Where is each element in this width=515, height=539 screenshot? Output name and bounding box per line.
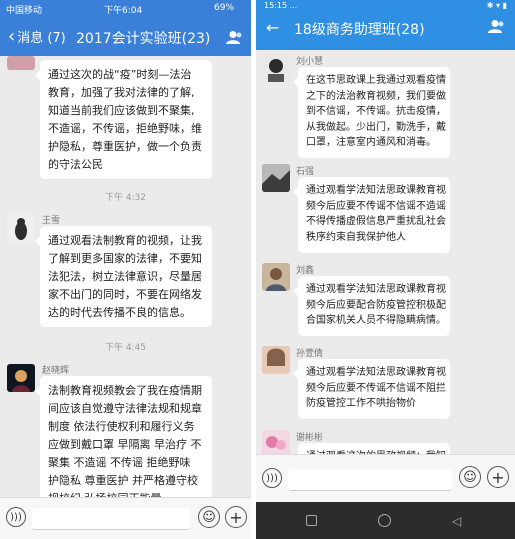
timestamp: 下午 4:32: [104, 193, 147, 203]
message-line: 法犯法，树立法律意识，尽量居: [48, 270, 202, 283]
right-chat-screen: 15:15 ... ✱ ▾ ▮ ← 18级商务助理班(28) 刘小慧 在这节思政…: [256, 0, 515, 539]
right-message-list[interactable]: 刘小慧 在这节思政课上我通过观看疫情 之下的法治教育视频，我们要做 到不信谣，不传谣…: [256, 50, 515, 473]
message-line: 频今后应要配合防疫管控积极配: [306, 299, 446, 311]
avatar[interactable]: [262, 164, 290, 192]
message-line: 知道当前我们应该做到不聚集,: [48, 104, 195, 117]
message-line: 通过这次的战“疫”时刻—法治: [48, 68, 192, 81]
status-time: 下午6:04: [104, 6, 143, 16]
back-label: 消息 (7): [17, 31, 66, 46]
sender-name: 刘鑫: [296, 266, 315, 276]
timestamp: 下午 4:45: [104, 343, 147, 353]
chevron-left-icon: ‹: [8, 25, 16, 47]
sender-name: 刘小慧: [296, 57, 324, 67]
sender-name: 王雪: [42, 216, 61, 226]
message-bubble[interactable]: 通过观看学法知法思政课教育视 频今后应要配合防疫管控积极配 合国家机关人员不得隐瞒病…: [293, 276, 450, 336]
message-line: 之下的法治教育视频，我们要做: [306, 90, 446, 102]
left-chat-screen: 中国移动 下午6:04 69% ‹ 消息 (7) 2017会计实验班(23) 通…: [0, 0, 251, 539]
message-bubble[interactable]: 在这节思政课上我通过观看疫情 之下的法治教育视频，我们要做 到不信谣，不传谣。抗击疫…: [293, 67, 450, 158]
voice-button[interactable]: ))): [262, 468, 282, 488]
message-line: 频今后应要不传谣不信谣不阻拦: [306, 382, 446, 394]
message-line: 了解到更多国家的法律，不要知: [48, 252, 202, 265]
avatar[interactable]: [7, 214, 35, 242]
arrow-left-icon: ←: [266, 18, 280, 37]
message-input[interactable]: [32, 508, 190, 530]
right-nav-bar: 15:15 ... ✱ ▾ ▮ ← 18级商务助理班(28): [256, 0, 515, 50]
group-icon: [488, 20, 504, 33]
message-line: 法制教育视频教会了我在疫情期: [48, 384, 202, 397]
battery-label: 69%: [214, 3, 235, 13]
left-status-bar: 中国移动 下午6:04 69%: [0, 0, 251, 18]
android-nav-bar: ◁: [256, 502, 515, 539]
emoji-icon: ☺: [463, 469, 477, 485]
message-line: 通过观看学法知法思政课教育视: [306, 284, 446, 295]
message-line: 的守法公民: [48, 158, 103, 171]
message-bubble[interactable]: 通过观看学法知法思政课教育视 频今后应要不传谣不信谣不造谣 不得传播虚假信息严重扰乱…: [293, 177, 450, 253]
message-line: 从我做起。少出门，勤洗手，戴: [306, 121, 446, 133]
carrier-label: 中国移动: [6, 6, 43, 16]
group-icon: [226, 31, 242, 44]
voice-icon: ))): [10, 511, 22, 523]
voice-icon: ))): [266, 472, 278, 484]
message-line: 聚集 不造谣 不传谣 拒绝野味: [48, 456, 191, 469]
avatar[interactable]: [262, 263, 290, 291]
emoji-icon: ☺: [202, 509, 216, 525]
message-bubble[interactable]: 通过观看学法知法思政课教育视 频今后应要不传谣不信谣不阻拦 防疫管控工作不哄抬物价: [293, 359, 450, 419]
message-line: 通过观看法制教育的视频，让我: [48, 234, 202, 247]
avatar[interactable]: [7, 56, 35, 70]
sender-name: 孙萱倩: [296, 349, 324, 359]
message-line: 不造谣，不传谣，拒绝野味，维: [48, 122, 202, 135]
home-key[interactable]: [378, 514, 391, 527]
message-line: 家不出门的同时，不要在网络发: [48, 288, 202, 301]
plus-button[interactable]: +: [225, 506, 247, 528]
back-button[interactable]: ←: [266, 18, 279, 37]
message-line: 应做到戴口罩 早隔离 早治疗 不: [48, 438, 202, 451]
avatar[interactable]: [262, 346, 290, 374]
status-left: 15:15 ...: [264, 1, 298, 10]
message-line: 在这节思政课上我通过观看疫情: [306, 75, 446, 86]
message-line: 口罩，注意室内通风和消毒。: [306, 137, 436, 148]
message-line: 护隐私，尊重医护，做一个负责: [48, 140, 202, 153]
message-input[interactable]: [288, 469, 452, 491]
plus-button[interactable]: +: [487, 466, 509, 488]
emoji-button[interactable]: ☺: [459, 466, 481, 488]
chat-title: 18级商务助理班(28): [294, 22, 425, 38]
sender-name: 赵晓辉: [42, 366, 70, 376]
message-bubble[interactable]: 通过这次的战“疫”时刻—法治 教育，加强了我对法律的了解, 知道当前我们应该做到不聚…: [35, 60, 212, 179]
sender-name: 谢彬彬: [296, 433, 324, 443]
message-line: 间应该自觉遵守法律法规和规章: [48, 402, 202, 415]
message-line: 达的时代去传播不良的信息。: [48, 306, 191, 319]
message-line: 通过观看学法知法思政课教育视: [306, 185, 446, 196]
avatar[interactable]: [7, 364, 35, 392]
left-input-bar: ))) ☺ +: [0, 497, 251, 539]
back-button[interactable]: ‹ 消息 (7): [8, 27, 66, 46]
recent-apps-key[interactable]: [306, 515, 317, 526]
message-line: 频今后应要不传谣不信谣不造谣: [306, 200, 446, 212]
back-key[interactable]: ◁: [452, 514, 461, 528]
emoji-button[interactable]: ☺: [198, 506, 220, 528]
message-line: 通过观看学法知法思政课教育视: [306, 367, 446, 378]
message-bubble[interactable]: 法制教育视频教会了我在疫情期 间应该自觉遵守法律法规和规章 制度 依法行使权利和履行…: [35, 376, 212, 511]
message-bubble[interactable]: 通过观看法制教育的视频，让我 了解到更多国家的法律，不要知 法犯法，树立法律意识，尽…: [35, 226, 212, 327]
right-input-bar: ))) ☺ +: [256, 454, 515, 502]
message-line: 防疫管控工作不哄抬物价: [306, 398, 416, 409]
message-line: 不得传播虚假信息严重扰乱社会: [306, 216, 446, 227]
avatar[interactable]: [262, 54, 290, 82]
group-info-button[interactable]: [225, 30, 243, 45]
plus-icon: +: [491, 467, 505, 487]
message-line: 合国家机关人员不得隐瞒病情。: [306, 315, 446, 326]
message-line: 制度 依法行使权利和履行义务: [48, 420, 195, 433]
voice-button[interactable]: ))): [6, 507, 26, 527]
group-info-button[interactable]: [487, 19, 505, 34]
chat-title: 2017会计实验班(23): [76, 31, 211, 47]
message-line: 秩序约束自我保护他人: [306, 231, 406, 243]
left-nav-bar: ‹ 消息 (7) 2017会计实验班(23): [0, 18, 251, 56]
left-message-list[interactable]: 通过这次的战“疫”时刻—法治 教育，加强了我对法律的了解, 知道当前我们应该做到不聚…: [0, 56, 251, 511]
sender-name: 石强: [296, 167, 315, 177]
right-status-bar: 15:15 ... ✱ ▾ ▮: [256, 0, 515, 14]
message-line: 到不信谣，不传谣。抗击疫情，: [306, 106, 446, 117]
status-right: ✱ ▾ ▮: [486, 1, 507, 10]
message-line: 教育，加强了我对法律的了解,: [48, 86, 195, 99]
message-line: 护隐私 尊重医护 并严格遵守校: [48, 474, 198, 487]
plus-icon: +: [229, 507, 243, 527]
